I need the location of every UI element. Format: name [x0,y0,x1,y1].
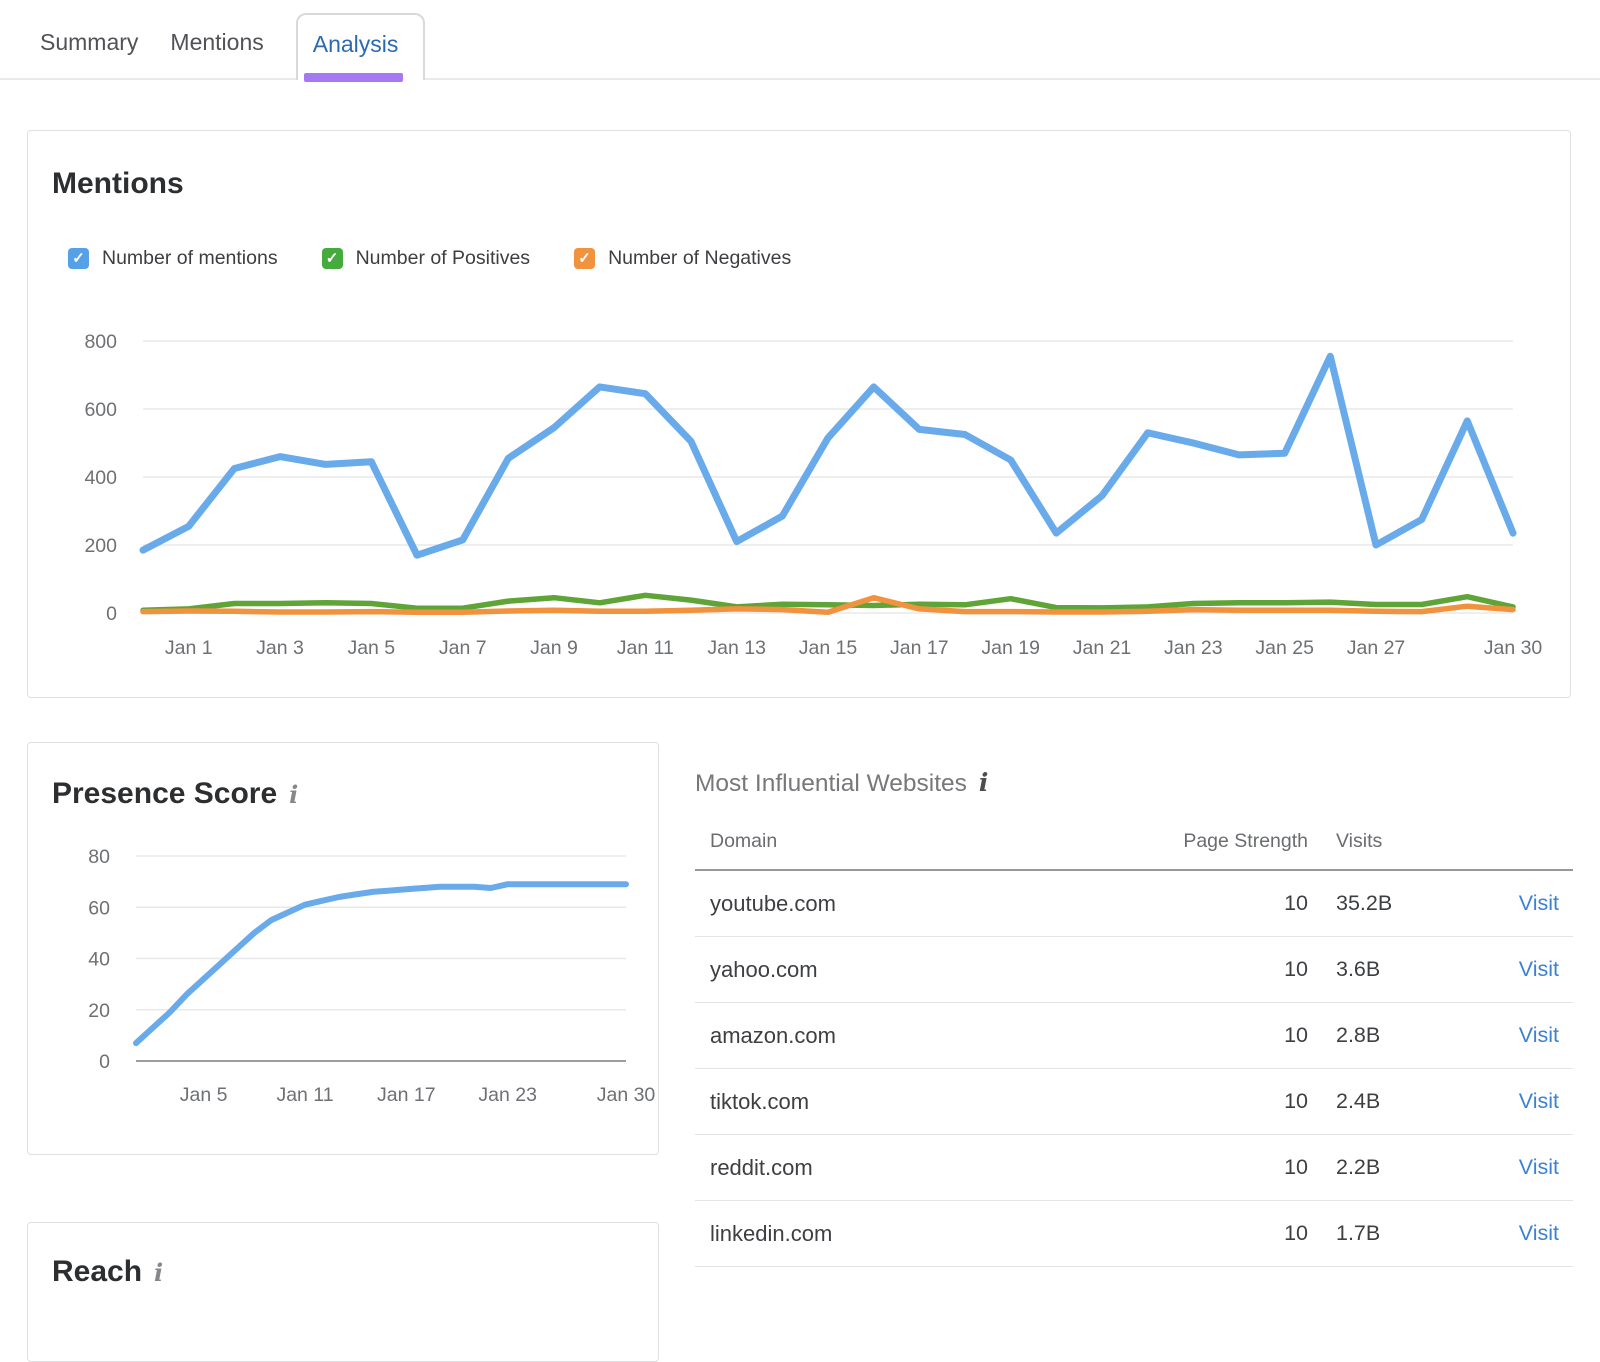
table-row: tiktok.com 10 2.4B Visit [695,1069,1573,1135]
info-icon[interactable]: i [979,768,989,797]
header-visits: Visits [1308,830,1483,853]
x-axis-tick-label: Jan 30 [597,1084,656,1106]
tab-bar: Summary Mentions Analysis [0,0,1600,80]
mentions-card: Mentions ✓ Number of mentions ✓ Number o… [27,130,1571,698]
page-strength-cell: 10 [1158,1023,1308,1048]
x-axis-tick-label: Jan 19 [981,637,1040,659]
x-axis-tick-label: Jan 5 [347,637,395,659]
domain-cell: amazon.com [695,1023,1158,1049]
most-influential-websites-section: Most Influential Websites i Domain Page S… [695,744,1573,1267]
tab-mentions[interactable]: Mentions [170,29,263,78]
x-axis-tick-label: Jan 13 [707,637,766,659]
visit-link[interactable]: Visit [1483,1089,1573,1114]
legend-label-negatives: Number of Negatives [608,247,791,270]
x-axis-tick-label: Jan 7 [439,637,487,659]
x-axis-tick-label: Jan 9 [530,637,578,659]
table-row: yahoo.com 10 3.6B Visit [695,937,1573,1003]
presence-score-chart: 0 20 40 60 80 Jan 5 Jan 11 Jan 17 Jan 23 Jan 30 [56,839,656,1107]
page-strength-cell: 10 [1158,891,1308,916]
x-axis-tick-label: Jan 25 [1255,637,1314,659]
reach-card: Reachi [27,1222,659,1362]
x-axis-tick-label: Jan 15 [799,637,858,659]
x-axis-tick-label: Jan 23 [478,1084,537,1106]
table-row: amazon.com 10 2.8B Visit [695,1003,1573,1069]
visit-link[interactable]: Visit [1483,1023,1573,1048]
table-row: linkedin.com 10 1.7B Visit [695,1201,1573,1267]
visits-cell: 2.2B [1308,1155,1483,1180]
x-axis-tick-label: Jan 30 [1484,637,1543,659]
page-strength-cell: 10 [1158,1221,1308,1246]
visits-cell: 2.8B [1308,1023,1483,1048]
domain-cell: reddit.com [695,1155,1158,1181]
legend-label-mentions: Number of mentions [102,247,278,270]
x-axis-tick-label: Jan 11 [276,1084,333,1106]
visits-cell: 2.4B [1308,1089,1483,1114]
websites-title-text: Most Influential Websites [695,770,967,797]
page-strength-cell: 10 [1158,957,1308,982]
header-page-strength: Page Strength [1158,830,1308,853]
page-strength-cell: 10 [1158,1089,1308,1114]
reach-title: Reach [52,1253,142,1291]
x-axis-tick-label: Jan 17 [890,637,949,659]
presence-score-title: Presence Score [52,775,277,813]
x-axis-tick-label: Jan 21 [1073,637,1132,659]
y-axis-tick-label: 0 [106,603,117,625]
websites-section-title: Most Influential Websites i [695,768,1573,798]
checkbox-mentions-icon[interactable]: ✓ [68,248,89,269]
legend-item-negatives[interactable]: ✓ Number of Negatives [574,247,791,270]
websites-table-body: youtube.com 10 35.2B Visit yahoo.com 10 … [695,871,1573,1267]
info-icon[interactable]: i [154,1258,163,1287]
domain-cell: linkedin.com [695,1221,1158,1247]
series-line-number-of-mentions [143,356,1513,555]
table-row: reddit.com 10 2.2B Visit [695,1135,1573,1201]
visits-cell: 35.2B [1308,891,1483,916]
domain-cell: yahoo.com [695,957,1158,983]
visit-link[interactable]: Visit [1483,957,1573,982]
mentions-card-title: Mentions [52,165,1570,203]
domain-cell: youtube.com [695,891,1158,917]
x-axis-tick-label: Jan 17 [377,1084,436,1106]
legend-label-positives: Number of Positives [356,247,530,270]
y-axis-tick-label: 20 [88,1000,110,1022]
x-axis-tick-label: Jan 23 [1164,637,1223,659]
x-axis-tick-label: Jan 11 [617,637,674,659]
header-link-spacer [1483,830,1573,853]
checkbox-positives-icon[interactable]: ✓ [322,248,343,269]
table-row: youtube.com 10 35.2B Visit [695,871,1573,937]
x-axis-tick-label: Jan 5 [180,1084,228,1106]
visit-link[interactable]: Visit [1483,891,1573,916]
y-axis-tick-label: 80 [88,846,110,868]
websites-table-header: Domain Page Strength Visits [695,830,1573,871]
y-axis-tick-label: 40 [88,949,110,971]
visit-link[interactable]: Visit [1483,1155,1573,1180]
y-axis-tick-label: 60 [88,897,110,919]
y-axis-tick-label: 200 [84,535,117,557]
presence-score-card: Presence Score i 0 20 40 60 80 Jan 5 Jan 11 Jan … [27,742,659,1155]
mentions-legend: ✓ Number of mentions ✓ Number of Positiv… [68,247,1570,270]
y-axis-tick-label: 600 [84,399,117,421]
checkbox-negatives-icon[interactable]: ✓ [574,248,595,269]
visits-cell: 3.6B [1308,957,1483,982]
x-axis-tick-label: Jan 3 [256,637,304,659]
mentions-line-chart: 0 200 400 600 800 Jan 1 Jan 3 Jan 5 Jan 7 Jan 9 Ja… [65,308,1565,660]
tab-analysis[interactable]: Analysis [296,13,426,80]
y-axis-tick-label: 0 [99,1051,110,1073]
domain-cell: tiktok.com [695,1089,1158,1115]
legend-item-mentions[interactable]: ✓ Number of mentions [68,247,278,270]
visit-link[interactable]: Visit [1483,1221,1573,1246]
visits-cell: 1.7B [1308,1221,1483,1246]
y-axis-tick-label: 400 [84,467,117,489]
x-axis-tick-label: Jan 27 [1347,637,1406,659]
x-axis-tick-label: Jan 1 [165,637,213,659]
info-icon[interactable]: i [289,780,298,809]
tab-summary[interactable]: Summary [40,29,138,78]
header-domain: Domain [695,830,1158,853]
y-axis-tick-label: 800 [84,331,117,353]
legend-item-positives[interactable]: ✓ Number of Positives [322,247,530,270]
page-strength-cell: 10 [1158,1155,1308,1180]
